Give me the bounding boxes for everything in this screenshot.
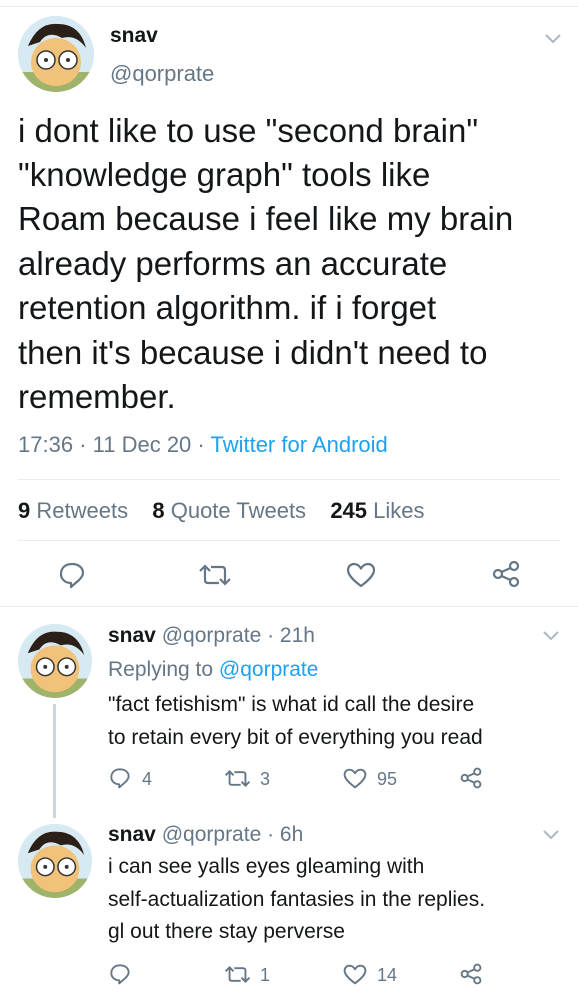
tweet-text-line: i dont like to use "second brain" [18, 112, 479, 149]
retweet-icon[interactable] [224, 964, 251, 985]
avatar[interactable] [18, 624, 92, 698]
avatar-image [18, 624, 92, 698]
retweet-icon[interactable] [224, 768, 251, 789]
tweet-time[interactable]: 17:36 [18, 432, 73, 457]
reply-icon[interactable] [109, 963, 131, 985]
replying-handle[interactable]: @qorprate [219, 658, 319, 681]
engagement-stats: 9 Retweets 8 Quote Tweets 245 Likes [18, 498, 425, 524]
replying-to: Replying to @qorprate [108, 658, 318, 682]
retweets-stat[interactable]: 9 Retweets [18, 498, 128, 523]
tweet-text-line: already performs an accurate [18, 245, 448, 282]
chevron-down-icon[interactable] [541, 629, 561, 643]
quotes-label: Quote Tweets [170, 498, 307, 523]
thread-line [53, 704, 56, 818]
reply-header: snav @qorprate · 6h [108, 823, 303, 847]
reply-text-line: i can see yalls eyes gleaming with [108, 855, 425, 878]
share-icon[interactable] [460, 963, 482, 985]
like-icon[interactable] [343, 964, 367, 985]
handle-time[interactable]: @qorprate · 6h [162, 823, 304, 846]
retweets-count: 9 [18, 498, 31, 523]
reply-text-line: "fact fetishism" is what id call the des… [108, 693, 475, 716]
likes-stat[interactable]: 245 Likes [330, 498, 424, 523]
retweets-label: Retweets [36, 498, 129, 523]
replying-prefix: Replying to [108, 658, 219, 681]
retweet-count: 1 [260, 965, 271, 985]
reply-icon[interactable] [58, 561, 86, 589]
retweet-count: 3 [260, 769, 271, 789]
reply-header: snav @qorprate · 21h [108, 624, 315, 648]
share-icon[interactable] [492, 560, 520, 588]
divider [18, 479, 560, 480]
reply-icon[interactable] [109, 767, 131, 789]
like-icon[interactable] [346, 562, 376, 588]
tweet-text-line: remember. [18, 378, 176, 415]
tweet-text-line: "knowledge graph" tools like [18, 156, 431, 193]
top-divider [0, 6, 578, 7]
avatar-image [18, 16, 94, 92]
share-icon[interactable] [460, 767, 482, 789]
tweet-text-line: then it's because i didn't need to [18, 334, 488, 371]
avatar[interactable] [18, 16, 94, 92]
separator: · [79, 432, 93, 457]
tweet-date[interactable]: 11 Dec 20 [93, 432, 192, 457]
chevron-down-icon[interactable] [543, 32, 563, 46]
chevron-down-icon[interactable] [541, 828, 561, 842]
avatar-image [18, 824, 92, 898]
reply-count: 4 [142, 769, 153, 789]
display-name[interactable]: snav [110, 24, 158, 48]
tweet-text-line: Roam because i feel like my brain [18, 200, 514, 237]
display-name[interactable]: snav [108, 823, 156, 846]
reply-text-line: to retain every bit of everything you re… [108, 726, 483, 749]
handle[interactable]: @qorprate [110, 61, 214, 87]
avatar[interactable] [18, 824, 92, 898]
tweet-text-line: retention algorithm. if i forget [18, 289, 437, 326]
divider [18, 540, 560, 541]
tweet-source[interactable]: Twitter for Android [210, 432, 387, 457]
display-name[interactable]: snav [108, 624, 156, 647]
reply-text-line: self-actualization fantasies in the repl… [108, 888, 486, 911]
like-icon[interactable] [343, 768, 367, 789]
like-count: 14 [377, 965, 398, 985]
divider [0, 606, 578, 607]
separator: · [197, 432, 211, 457]
like-count: 95 [377, 769, 398, 789]
handle-time[interactable]: @qorprate · 21h [162, 624, 315, 647]
tweet-meta: 17:36 · 11 Dec 20 · Twitter for Android [18, 432, 388, 458]
quotes-count: 8 [152, 498, 165, 523]
retweet-icon[interactable] [198, 562, 232, 588]
likes-label: Likes [373, 498, 425, 523]
likes-count: 245 [330, 498, 368, 523]
quotes-stat[interactable]: 8 Quote Tweets [152, 498, 306, 523]
reply-text-line: gl out there stay perverse [108, 920, 345, 943]
